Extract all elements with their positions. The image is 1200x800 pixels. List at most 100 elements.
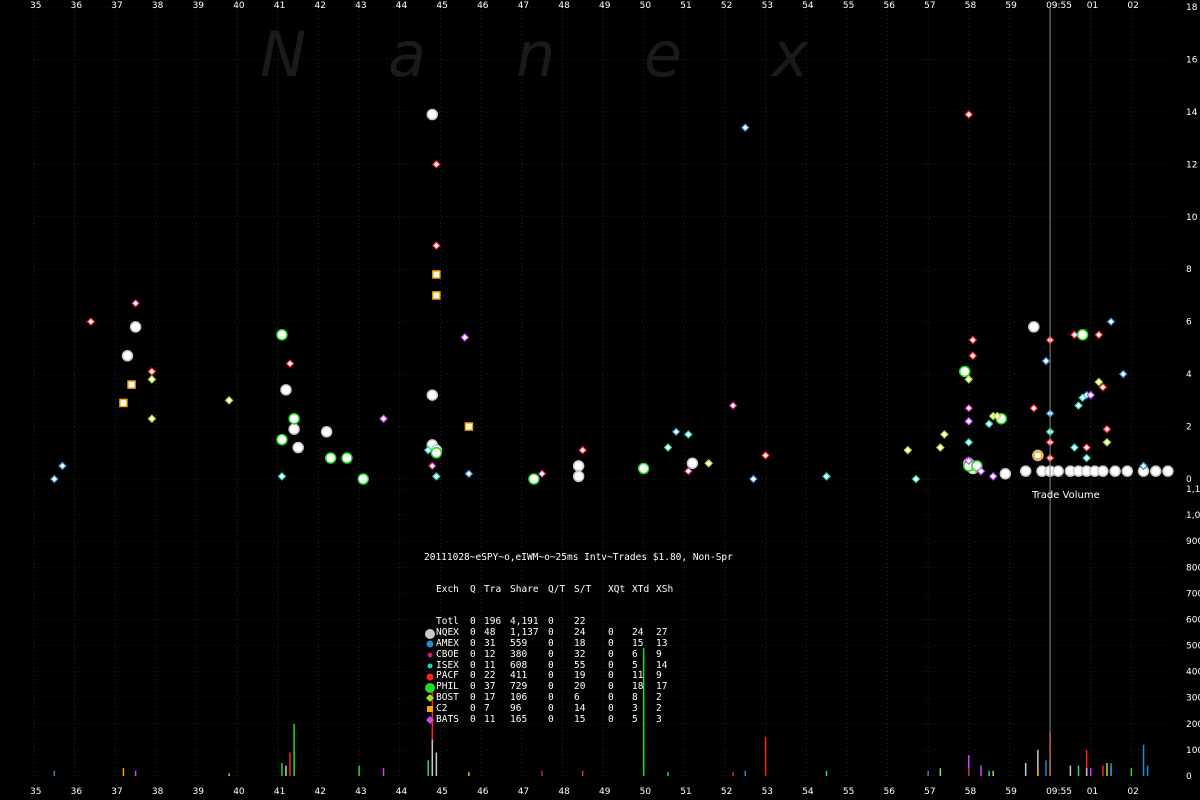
trade-point [276, 433, 288, 446]
volume-bar [744, 770, 746, 776]
legend-marker-icon [424, 693, 436, 703]
stats-cell: 165 [510, 713, 528, 725]
volume-bar [939, 768, 942, 776]
trade-point [280, 384, 292, 396]
trade-point [292, 441, 304, 454]
x-tick-label-top: 01 [1087, 1, 1098, 11]
price-tick-label: 16 [1186, 55, 1198, 65]
trade-point [964, 416, 974, 426]
trade-point [464, 422, 474, 431]
trade-point [324, 452, 337, 464]
trade-point [430, 447, 443, 459]
x-tick-label-bottom: 54 [802, 787, 814, 797]
x-tick-label-bottom: 58 [965, 787, 977, 797]
trade-point [1097, 465, 1109, 477]
trade-point [637, 462, 650, 475]
price-tick-label: 14 [1186, 108, 1198, 118]
x-tick-label-top: 41 [274, 1, 285, 11]
trade-point [1082, 443, 1091, 452]
trade-point [277, 472, 287, 481]
volume-bar [134, 770, 137, 776]
volume-bar [581, 770, 584, 776]
trade-point [147, 375, 157, 384]
watermark-letter: e [644, 18, 682, 91]
volume-tick-label: 500 [1186, 642, 1200, 652]
x-tick-label-top: 38 [152, 1, 164, 11]
x-tick-label-bottom: 48 [558, 787, 570, 797]
price-tick-label: 0 [1186, 475, 1192, 485]
trade-point [288, 412, 300, 425]
stats-cell: 9 [656, 648, 662, 660]
volume-bar [285, 765, 287, 776]
trade-point [1029, 403, 1039, 413]
legend-marker-icon [424, 618, 436, 628]
volume-bar [968, 768, 970, 776]
x-tick-label-top: 44 [396, 1, 408, 11]
x-tick-label-bottom: 52 [721, 787, 732, 797]
trade-points [49, 108, 1174, 485]
volume-tick-label: 300 [1186, 694, 1200, 704]
volume-tick-label: 200 [1186, 720, 1200, 730]
x-tick-label-top: 54 [802, 1, 814, 11]
x-tick-label-top: 52 [721, 1, 732, 11]
x-tick-label-bottom: 49 [599, 787, 611, 797]
trade-point [1106, 317, 1116, 327]
stats-cell: 3 [632, 702, 638, 714]
trade-point [684, 430, 693, 439]
trade-point [903, 445, 913, 455]
trade-point [1102, 437, 1112, 447]
trade-point [86, 317, 96, 327]
x-tick-label-top: 48 [558, 1, 570, 11]
stats-row: C2 0 7 96 0 14 0 3 2 [424, 702, 733, 715]
volume-tick-label: 700 [1186, 589, 1200, 599]
price-tick-label: 4 [1186, 370, 1192, 380]
x-tick-label-bottom: 42 [315, 787, 326, 797]
watermark-letter: N [260, 18, 306, 91]
x-tick-label-top: 46 [477, 1, 489, 11]
x-tick-label-top: 45 [436, 1, 447, 11]
volume-bar [1024, 762, 1027, 776]
volume-bar [53, 770, 56, 776]
stats-cell: 15 [574, 713, 586, 725]
x-tick-label-top: 36 [71, 1, 83, 11]
volume-bar [289, 752, 291, 776]
trade-point [426, 389, 439, 401]
stats-header-cell: Q/T [548, 583, 566, 595]
trade-point [1052, 465, 1064, 477]
x-tick-label-bottom: 51 [680, 787, 691, 797]
volume-bar [1102, 765, 1104, 776]
trade-point [276, 329, 288, 341]
trade-point [822, 472, 831, 481]
x-tick-label-top: 42 [315, 1, 326, 11]
trade-point [1070, 443, 1079, 452]
trade-point [749, 474, 758, 484]
volume-bar [427, 760, 429, 776]
trade-point [968, 335, 978, 345]
stats-table: 20111028~eSPY~o,eIWM~o~25ms Intv~Trades … [424, 531, 733, 736]
trade-point [1094, 330, 1104, 340]
trade-point [528, 473, 540, 485]
volume-bar [1085, 768, 1088, 776]
trade-point [578, 445, 588, 455]
x-tick-label-bottom: 53 [762, 787, 773, 797]
stats-header-cell: S/T [574, 583, 592, 595]
x-tick-label-bottom: 55 [843, 787, 854, 797]
stats-header-cell: XTd [632, 583, 650, 595]
volume-axis-label: Trade Volume [1031, 490, 1100, 501]
trade-point [1082, 453, 1091, 463]
x-tick-label-bottom: 59 [1005, 787, 1017, 797]
trade-point [285, 359, 295, 368]
stats-title: 20111028~eSPY~o,eIWM~o~25ms Intv~Trades … [424, 551, 733, 563]
legend-marker-icon [424, 661, 436, 671]
trade-point [1094, 377, 1104, 387]
volume-bar [1106, 762, 1108, 776]
watermark-letter: x [770, 18, 810, 91]
volume-bar [122, 768, 125, 776]
x-tick-label-bottom: 02 [1127, 787, 1138, 797]
volume-bar [988, 770, 990, 776]
x-tick-label-bottom: 38 [152, 787, 164, 797]
trade-point [935, 443, 945, 452]
trade-point [964, 437, 974, 447]
trade-point [1076, 329, 1089, 341]
volume-bar [1130, 768, 1133, 776]
